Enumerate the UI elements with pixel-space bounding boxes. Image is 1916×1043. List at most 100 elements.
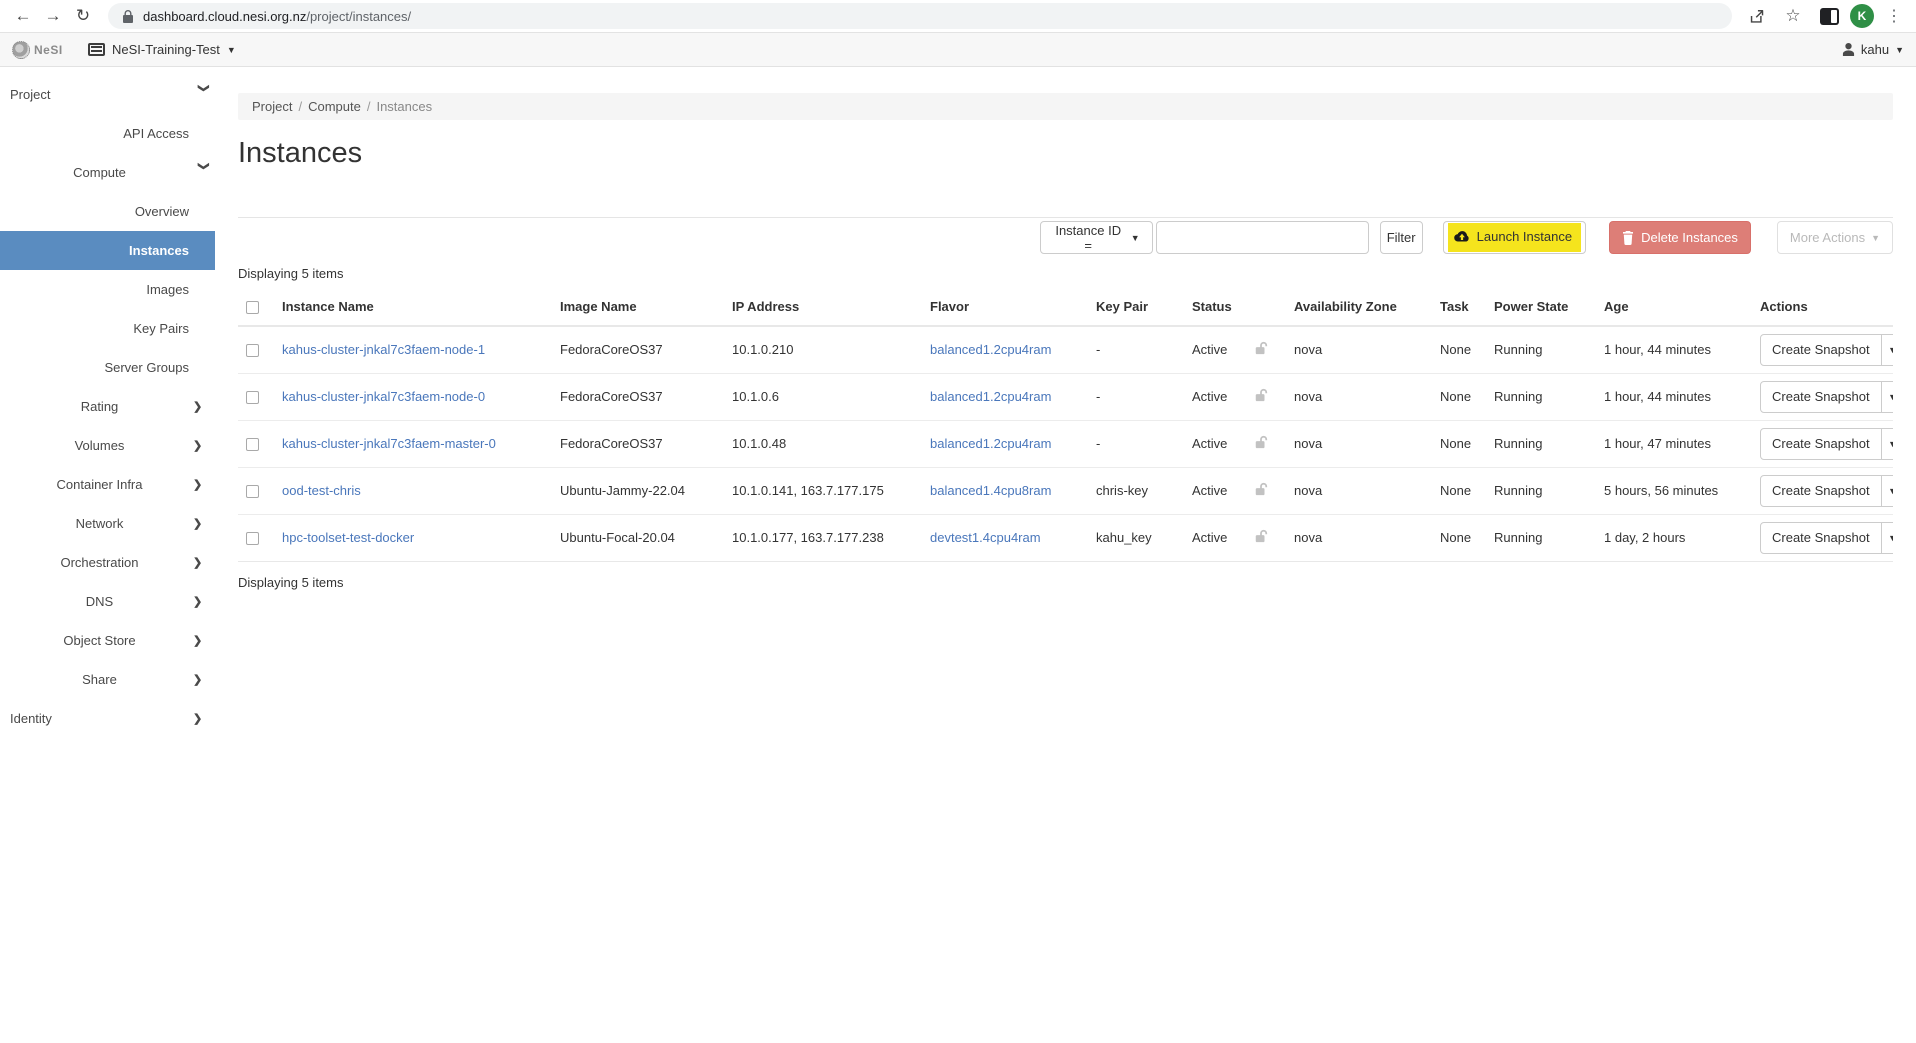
browser-menu-icon[interactable]: ⋮ [1880, 6, 1908, 26]
create-snapshot-button[interactable]: Create Snapshot [1761, 335, 1881, 365]
row-actions-dropdown[interactable]: ▼ [1881, 429, 1893, 459]
sidebar-item-label: Key Pairs [0, 321, 193, 336]
breadcrumb-project[interactable]: Project [252, 99, 292, 114]
sidebar-item-key-pairs[interactable]: Key Pairs [0, 309, 215, 348]
sidebar-item-object-store[interactable]: Object Store ❯ [0, 621, 215, 660]
key-pair-cell: - [1088, 326, 1184, 373]
column-header-task: Task [1432, 288, 1486, 326]
sidebar-item-server-groups[interactable]: Server Groups [0, 348, 215, 387]
bookmark-star-icon[interactable]: ☆ [1778, 3, 1808, 29]
sidebar-item-label: Orchestration [0, 555, 193, 570]
column-header-actions: Actions [1752, 288, 1893, 326]
row-checkbox[interactable] [246, 391, 259, 404]
status-cell: Active [1184, 373, 1246, 420]
user-menu-label: kahu [1861, 42, 1889, 57]
sidebar-item-overview[interactable]: Overview [0, 192, 215, 231]
filter-button[interactable]: Filter [1380, 221, 1423, 254]
row-actions-dropdown[interactable]: ▼ [1881, 382, 1893, 412]
key-pair-cell: - [1088, 420, 1184, 467]
row-checkbox[interactable] [246, 485, 259, 498]
image-name-cell: FedoraCoreOS37 [552, 373, 724, 420]
chevron-right-icon: ❯ [193, 439, 215, 452]
project-switcher[interactable]: NeSI-Training-Test ▼ [88, 42, 236, 57]
sidebar-item-container-infra[interactable]: Container Infra ❯ [0, 465, 215, 504]
breadcrumb-compute[interactable]: Compute [308, 99, 361, 114]
select-all-checkbox[interactable] [246, 301, 259, 314]
instance-name-link[interactable]: hpc-toolset-test-docker [282, 530, 414, 545]
row-checkbox[interactable] [246, 438, 259, 451]
sidebar-item-identity[interactable]: Identity ❯ [0, 699, 215, 738]
flavor-link[interactable]: balanced1.2cpu4ram [930, 342, 1051, 357]
browser-forward-icon[interactable]: → [38, 3, 68, 29]
browser-back-icon[interactable]: ← [8, 3, 38, 29]
create-snapshot-button[interactable]: Create Snapshot [1761, 476, 1881, 506]
sidebar-item-network[interactable]: Network ❯ [0, 504, 215, 543]
key-pair-cell: kahu_key [1088, 514, 1184, 561]
row-actions-dropdown[interactable]: ▼ [1881, 523, 1893, 553]
table-row: kahus-cluster-jnkal7c3faem-master-0 Fedo… [238, 420, 1893, 467]
breadcrumb-separator: / [367, 99, 371, 114]
launch-instance-button[interactable]: Launch Instance [1443, 221, 1586, 254]
image-name-cell: FedoraCoreOS37 [552, 326, 724, 373]
status-cell: Active [1184, 326, 1246, 373]
age-cell: 5 hours, 56 minutes [1596, 467, 1752, 514]
page-title: Instances [238, 137, 1893, 170]
flavor-link[interactable]: devtest1.4cpu4ram [930, 530, 1041, 545]
delete-instances-button[interactable]: Delete Instances [1609, 221, 1751, 254]
create-snapshot-button[interactable]: Create Snapshot [1761, 429, 1881, 459]
sidebar-item-label: Share [0, 672, 193, 687]
availability-zone-cell: nova [1286, 373, 1432, 420]
table-row: ood-test-chris Ubuntu-Jammy-22.04 10.1.0… [238, 467, 1893, 514]
browser-reload-icon[interactable]: ↻ [68, 3, 98, 29]
instance-name-link[interactable]: kahus-cluster-jnkal7c3faem-node-1 [282, 342, 485, 357]
create-snapshot-button[interactable]: Create Snapshot [1761, 523, 1881, 553]
sidebar-item-project[interactable]: Project ❯ [0, 75, 215, 114]
share-icon[interactable] [1742, 3, 1772, 29]
chevron-right-icon: ❯ [193, 634, 215, 647]
sidebar-item-api-access[interactable]: API Access [0, 114, 215, 153]
column-header-age: Age [1596, 288, 1752, 326]
row-checkbox[interactable] [246, 532, 259, 545]
sidebar-item-share[interactable]: Share ❯ [0, 660, 215, 699]
chevron-right-icon: ❯ [193, 517, 215, 530]
table-row: kahus-cluster-jnkal7c3faem-node-0 Fedora… [238, 373, 1893, 420]
sidebar-item-label: Volumes [0, 438, 193, 453]
items-count-top: Displaying 5 items [238, 266, 1893, 281]
filter-input[interactable] [1156, 221, 1369, 254]
row-actions-dropdown[interactable]: ▼ [1881, 335, 1893, 365]
user-menu[interactable]: kahu ▼ [1842, 42, 1904, 57]
unlocked-icon [1254, 341, 1268, 355]
chevron-down-icon: ❯ [198, 162, 211, 184]
cloud-launch-icon [1454, 230, 1470, 243]
row-actions-dropdown[interactable]: ▼ [1881, 476, 1893, 506]
filter-field-dropdown[interactable]: Instance ID = ▼ [1040, 221, 1153, 254]
breadcrumb: Project / Compute / Instances [238, 93, 1893, 120]
flavor-link[interactable]: balanced1.2cpu4ram [930, 436, 1051, 451]
row-checkbox[interactable] [246, 344, 259, 357]
profile-avatar[interactable]: K [1850, 4, 1874, 28]
side-panel-icon[interactable] [1814, 3, 1844, 29]
instance-name-link[interactable]: ood-test-chris [282, 483, 361, 498]
sidebar-item-label: Network [0, 516, 193, 531]
sidebar-item-volumes[interactable]: Volumes ❯ [0, 426, 215, 465]
sidebar-item-dns[interactable]: DNS ❯ [0, 582, 215, 621]
sidebar-item-label: DNS [0, 594, 193, 609]
url-text: dashboard.cloud.nesi.org.nz/project/inst… [143, 9, 411, 24]
sidebar-item-images[interactable]: Images [0, 270, 215, 309]
sidebar-item-instances[interactable]: Instances [0, 231, 215, 270]
instance-name-link[interactable]: kahus-cluster-jnkal7c3faem-node-0 [282, 389, 485, 404]
nesi-logo[interactable]: NeSI [12, 41, 72, 59]
create-snapshot-button[interactable]: Create Snapshot [1761, 382, 1881, 412]
flavor-link[interactable]: balanced1.4cpu8ram [930, 483, 1051, 498]
address-bar[interactable]: dashboard.cloud.nesi.org.nz/project/inst… [108, 3, 1732, 29]
flavor-link[interactable]: balanced1.2cpu4ram [930, 389, 1051, 404]
more-actions-button[interactable]: More Actions ▼ [1777, 221, 1893, 254]
sidebar-item-label: Server Groups [0, 360, 193, 375]
instance-name-link[interactable]: kahus-cluster-jnkal7c3faem-master-0 [282, 436, 496, 451]
divider [238, 217, 1893, 218]
sidebar-item-orchestration[interactable]: Orchestration ❯ [0, 543, 215, 582]
chevron-down-icon: ▼ [1131, 233, 1140, 243]
table-header-row: Instance NameImage NameIP AddressFlavorK… [238, 288, 1893, 326]
sidebar-item-rating[interactable]: Rating ❯ [0, 387, 215, 426]
sidebar-item-compute[interactable]: Compute ❯ [0, 153, 215, 192]
